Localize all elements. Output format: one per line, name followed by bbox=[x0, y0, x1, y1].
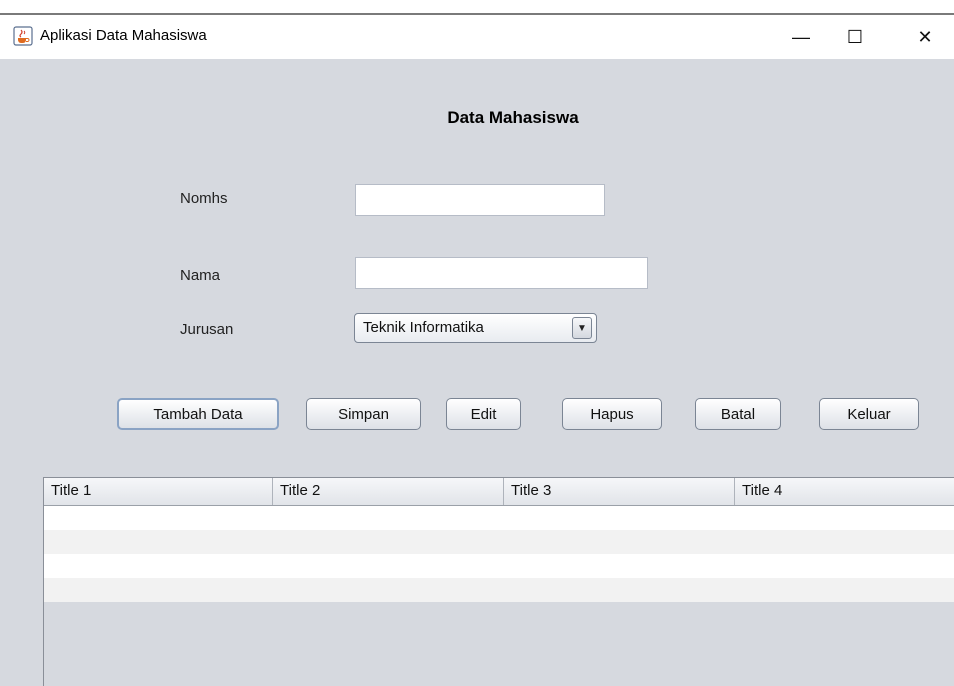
batal-button[interactable]: Batal bbox=[695, 398, 781, 430]
close-icon: ✕ bbox=[917, 26, 933, 47]
combo-dropdown-button[interactable]: ▼ bbox=[572, 317, 592, 339]
table-row[interactable] bbox=[44, 506, 954, 530]
nama-label: Nama bbox=[180, 267, 221, 284]
close-button[interactable]: ✕ bbox=[902, 15, 948, 59]
table-row[interactable] bbox=[44, 554, 954, 578]
table-header: Title 1 Title 2 Title 3 Title 4 bbox=[44, 478, 954, 506]
content-panel: Data Mahasiswa Nomhs Nama Jurusan Teknik… bbox=[0, 59, 954, 686]
table-row[interactable] bbox=[44, 578, 954, 602]
edit-button[interactable]: Edit bbox=[446, 398, 521, 430]
jurusan-selected-value: Teknik Informatika bbox=[363, 319, 484, 336]
nama-input[interactable] bbox=[355, 257, 648, 289]
column-header[interactable]: Title 2 bbox=[273, 478, 504, 505]
column-header[interactable]: Title 4 bbox=[735, 478, 954, 505]
maximize-button[interactable]: ☐ bbox=[832, 15, 878, 59]
title-bar[interactable]: Aplikasi Data Mahasiswa — ☐ ✕ bbox=[0, 15, 954, 59]
minimize-icon: — bbox=[792, 26, 810, 47]
minimize-button[interactable]: — bbox=[778, 15, 824, 59]
nomhs-label: Nomhs bbox=[180, 190, 228, 207]
nomhs-input[interactable] bbox=[355, 184, 605, 216]
window-title: Aplikasi Data Mahasiswa bbox=[40, 27, 207, 44]
table-row[interactable] bbox=[44, 530, 954, 554]
data-table[interactable]: Title 1 Title 2 Title 3 Title 4 bbox=[43, 477, 954, 686]
triangle-down-icon: ▼ bbox=[577, 322, 587, 334]
jurusan-combobox[interactable]: Teknik Informatika ▼ bbox=[354, 313, 597, 343]
java-coffee-icon bbox=[13, 26, 33, 46]
maximize-icon: ☐ bbox=[846, 26, 864, 47]
hapus-button[interactable]: Hapus bbox=[562, 398, 662, 430]
tambah-data-button[interactable]: Tambah Data bbox=[117, 398, 279, 430]
column-header[interactable]: Title 1 bbox=[44, 478, 273, 505]
simpan-button[interactable]: Simpan bbox=[306, 398, 421, 430]
keluar-button[interactable]: Keluar bbox=[819, 398, 919, 430]
app-window: Aplikasi Data Mahasiswa — ☐ ✕ Data Mahas… bbox=[0, 0, 954, 686]
column-header[interactable]: Title 3 bbox=[504, 478, 735, 505]
jurusan-label: Jurusan bbox=[180, 321, 234, 338]
form-heading: Data Mahasiswa bbox=[447, 108, 579, 127]
